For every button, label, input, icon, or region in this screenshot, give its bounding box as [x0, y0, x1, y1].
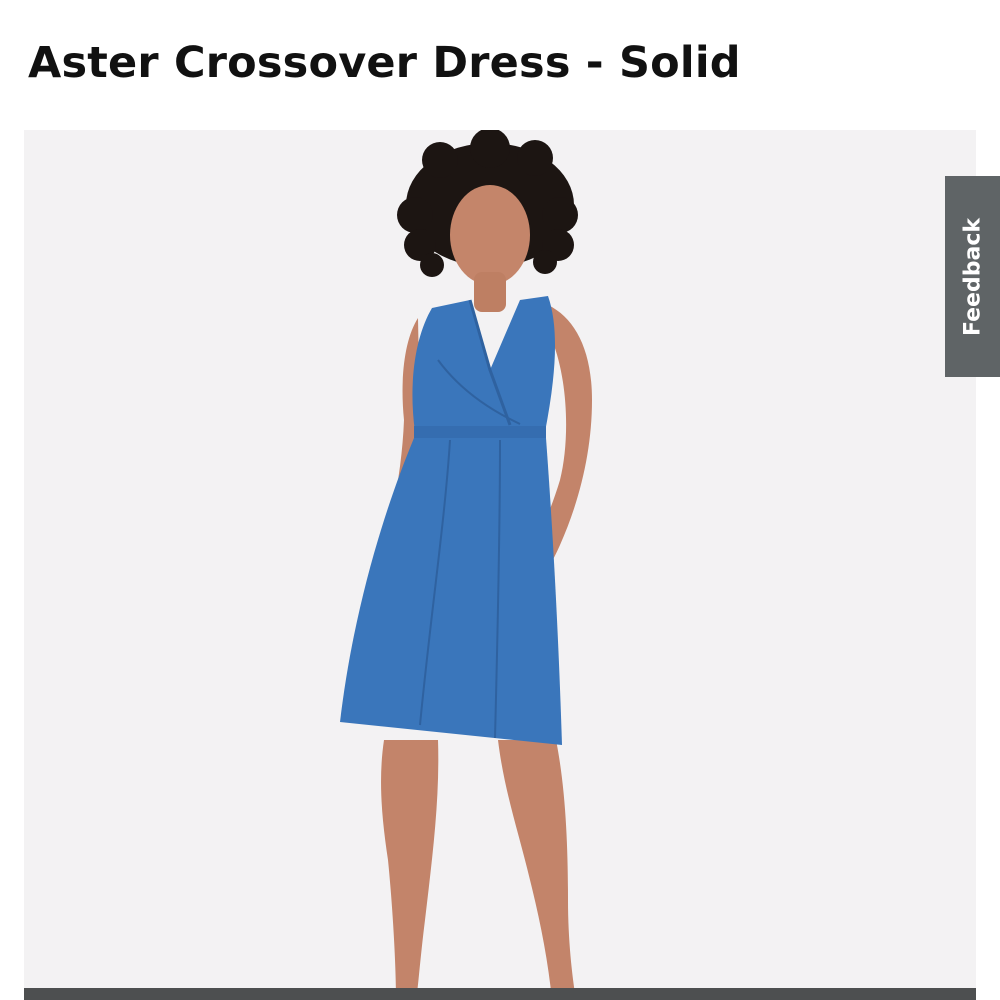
- dress-bodice-shape: [412, 296, 556, 432]
- product-page: Aster Crossover Dress - Solid Feedback: [0, 0, 1000, 1000]
- neck-shape: [474, 272, 506, 312]
- product-title: Aster Crossover Dress - Solid: [28, 38, 741, 88]
- product-image[interactable]: [24, 130, 976, 1000]
- dress-waistband-shape: [414, 426, 546, 440]
- feedback-button[interactable]: Feedback: [945, 176, 1000, 377]
- feedback-label: Feedback: [960, 217, 985, 336]
- product-photo-illustration: [340, 130, 592, 1000]
- face-shape: [450, 185, 530, 285]
- bottom-bar: [24, 988, 976, 1000]
- right-leg-shape: [498, 740, 576, 1000]
- left-leg-shape: [381, 740, 439, 1000]
- dress-skirt-shape: [340, 438, 562, 745]
